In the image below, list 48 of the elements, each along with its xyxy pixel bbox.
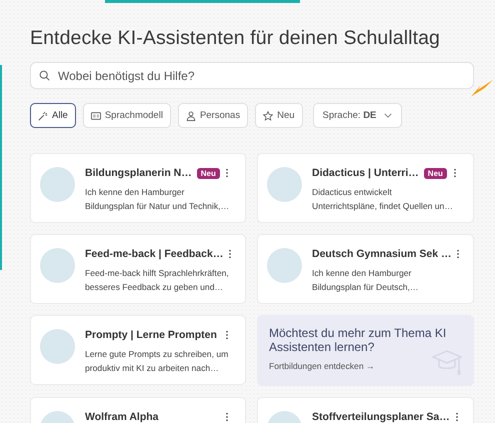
- avatar-placeholder: [267, 248, 302, 283]
- avatar-placeholder: [40, 248, 75, 283]
- assistant-card[interactable]: Deutsch Gymnasium Sek … Ich kenne den Hamburger Bildungsplan für Deutsch,…: [257, 234, 474, 304]
- person-icon: [186, 110, 196, 120]
- filter-chip[interactable]: Sprachmodell: [82, 103, 171, 128]
- more-options-icon[interactable]: [456, 249, 460, 259]
- card-icon: [90, 110, 101, 120]
- new-badge: Neu: [424, 168, 447, 178]
- filter-chip[interactable]: Personas: [178, 103, 248, 128]
- avatar-placeholder: [40, 329, 75, 364]
- assistant-title: Prompty | Lerne Prompten: [85, 329, 217, 341]
- courses-link[interactable]: Fortbildungen entdecken →: [269, 361, 462, 371]
- assistant-description: Feed-me-back hilft Sprachlehrkräften, besseres Feedback zu geben und…: [85, 267, 230, 294]
- assistant-description: Ich kenne den Hamburger Bildungsplan für Deutsch,…: [312, 267, 420, 294]
- assistant-card[interactable]: Stoffverteilungsplaner Sa…: [257, 397, 474, 423]
- search-field[interactable]: Wobei benötigst du Hilfe?: [30, 62, 474, 89]
- more-options-icon[interactable]: [453, 168, 457, 178]
- assistant-description: Ich kenne den Hamburger Bildungsplan für Natur und Technik,…: [85, 186, 230, 213]
- assistant-card[interactable]: Wolfram Alpha: [30, 397, 246, 423]
- page-title: Entdecke KI-Assistenten für deinen Schulalltag: [30, 27, 442, 50]
- assistant-title: Stoffverteilungsplaner Sa…: [312, 411, 450, 423]
- assistant-card[interactable]: Didacticus | Unterri… Neu Didacticus entwickelt Unterrichtspläne, findet Quellen un…: [257, 153, 474, 223]
- more-options-icon[interactable]: [225, 168, 229, 178]
- more-options-icon[interactable]: [225, 330, 229, 340]
- assistant-card[interactable]: Feed-me-back | Feedback… Feed-me-back hilft Sprachlehrkräften, besseres Feedback zu geben und…: [30, 234, 246, 304]
- more-options-icon[interactable]: [454, 412, 459, 422]
- filter-chip[interactable]: Neu: [255, 103, 303, 128]
- assistant-card[interactable]: Prompty | Lerne Prompten Lerne gute Prompts zu schreiben, um produktiv mit KI zu arbeiten nach…: [30, 315, 246, 385]
- language-dropdown[interactable]: Sprache: DE: [312, 103, 402, 128]
- assistant-card[interactable]: Bildungsplanerin N… Neu Ich kenne den Hamburger Bildungsplan für Natur und Technik,…: [30, 153, 246, 223]
- star-icon: [263, 110, 274, 120]
- more-options-icon[interactable]: [228, 249, 232, 259]
- chevron-down-icon: [384, 113, 392, 118]
- filter-chip[interactable]: Alle: [30, 103, 76, 128]
- assistant-title: Deutsch Gymnasium Sek …: [312, 248, 452, 260]
- assistant-description: Lerne gute Prompts zu schreiben, um produktiv mit KI zu arbeiten nach…: [85, 348, 230, 375]
- more-options-icon[interactable]: [225, 412, 229, 422]
- search-icon: [39, 70, 50, 81]
- new-badge: Neu: [196, 168, 220, 178]
- avatar-placeholder: [267, 167, 302, 202]
- assistant-title: Wolfram Alpha: [85, 411, 159, 423]
- magic-wand-icon: [38, 110, 48, 120]
- assistant-title: Didacticus | Unterri…: [312, 167, 419, 179]
- assistant-title: Bildungsplanerin N…: [85, 167, 192, 179]
- assistant-description: Didacticus entwickelt Unterrichtspläne, findet Quellen un…: [312, 186, 454, 213]
- avatar-placeholder: [40, 167, 75, 202]
- promo-title: Möchtest du mehr zum Thema KI Assistenten lernen?: [269, 326, 448, 354]
- assistant-title: Feed-me-back | Feedback…: [85, 248, 224, 260]
